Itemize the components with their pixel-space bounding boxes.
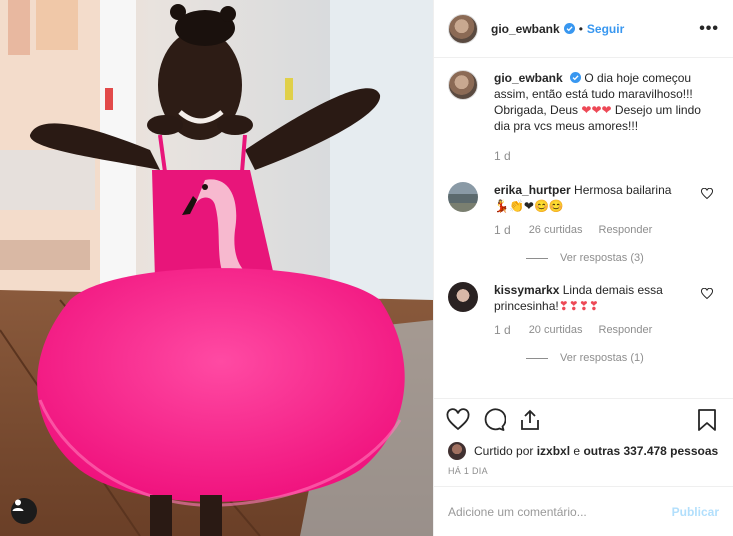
share-button[interactable] bbox=[518, 408, 542, 432]
follow-button[interactable]: Seguir bbox=[587, 22, 624, 36]
verified-badge-icon bbox=[563, 23, 575, 34]
reply-button[interactable]: Responder bbox=[599, 322, 653, 338]
post-header: gio_ewbank • Seguir ••• bbox=[434, 0, 733, 58]
comment-meta: 1 d 20 curtidas Responder bbox=[494, 322, 704, 338]
separator-dot: • bbox=[578, 21, 583, 36]
caption-hearts: ❤❤❤ bbox=[581, 103, 612, 117]
post-photo[interactable] bbox=[0, 0, 433, 536]
others-likes-link[interactable]: outras 337.478 pessoas bbox=[583, 444, 718, 458]
comment-time[interactable]: 1 d bbox=[494, 322, 511, 338]
posted-time[interactable]: HÁ 1 DIA bbox=[434, 462, 733, 486]
comment-username[interactable]: kissymarkx bbox=[494, 283, 559, 297]
comment-button[interactable] bbox=[482, 407, 506, 432]
share-upload-icon bbox=[521, 409, 539, 430]
comment-body: kissymarkx Linda demais essa princesinha… bbox=[494, 282, 704, 338]
publish-button[interactable]: Publicar bbox=[672, 505, 719, 519]
comment-input[interactable] bbox=[448, 504, 672, 519]
liker-avatar[interactable] bbox=[448, 442, 466, 460]
comment-likes[interactable]: 26 curtidas bbox=[529, 222, 583, 238]
caption-body: gio_ewbank O dia hoje começou assim, ent… bbox=[494, 70, 704, 164]
comment-likes[interactable]: 20 curtidas bbox=[529, 322, 583, 338]
like-comment-heart-icon[interactable] bbox=[701, 188, 713, 200]
comment-text: Hermosa bailarina bbox=[574, 183, 672, 197]
comment-bubble-icon bbox=[484, 407, 506, 431]
verified-badge-icon bbox=[570, 72, 582, 83]
post-side-panel: gio_ewbank • Seguir ••• gio_ewbank O dia… bbox=[433, 0, 733, 536]
user-tag-button[interactable] bbox=[11, 498, 37, 524]
comment-item: kissymarkx Linda demais essa princesinha… bbox=[448, 282, 719, 338]
comments-list: gio_ewbank O dia hoje começou assim, ent… bbox=[434, 58, 733, 398]
commenter-avatar[interactable] bbox=[448, 182, 478, 212]
caption-avatar[interactable] bbox=[448, 70, 478, 100]
person-icon bbox=[12, 499, 24, 511]
instagram-post-modal: gio_ewbank • Seguir ••• gio_ewbank O dia… bbox=[0, 0, 733, 536]
author-avatar[interactable] bbox=[448, 13, 478, 44]
caption-username[interactable]: gio_ewbank bbox=[494, 71, 563, 85]
likes-prefix: Curtido por bbox=[474, 444, 534, 458]
comment-username[interactable]: erika_hurtper bbox=[494, 183, 571, 197]
like-comment-heart-icon[interactable] bbox=[701, 288, 713, 300]
save-button[interactable] bbox=[697, 408, 717, 432]
caption: gio_ewbank O dia hoje começou assim, ent… bbox=[448, 70, 719, 164]
likes-middle: e bbox=[573, 444, 581, 458]
add-comment-form: Publicar bbox=[434, 486, 733, 536]
comment-emojis: 💃👏❤😊😊 bbox=[494, 199, 564, 213]
comment-meta: 1 d 26 curtidas Responder bbox=[494, 222, 704, 238]
liker-username[interactable]: izxbxl bbox=[537, 444, 570, 458]
bookmark-icon bbox=[698, 408, 716, 431]
comment-body: erika_hurtper Hermosa bailarina 💃👏❤😊😊 1 … bbox=[494, 182, 704, 238]
comment-emojis: ❣❣❣❣ bbox=[558, 299, 599, 313]
post-actions-bar bbox=[434, 398, 733, 440]
like-button[interactable] bbox=[446, 407, 470, 432]
caption-meta: 1 d bbox=[494, 148, 704, 164]
heart-icon bbox=[446, 407, 470, 430]
comment-item: erika_hurtper Hermosa bailarina 💃👏❤😊😊 1 … bbox=[448, 182, 719, 238]
reply-button[interactable]: Responder bbox=[599, 222, 653, 238]
view-replies-button[interactable]: Ver respostas (3) bbox=[526, 252, 719, 264]
view-replies-button[interactable]: Ver respostas (1) bbox=[526, 352, 719, 364]
more-options-button[interactable]: ••• bbox=[699, 20, 719, 38]
likes-summary: Curtido por izxbxl e outras 337.478 pess… bbox=[434, 440, 733, 462]
comment-time[interactable]: 1 d bbox=[494, 222, 511, 238]
author-username[interactable]: gio_ewbank bbox=[491, 22, 560, 36]
commenter-avatar[interactable] bbox=[448, 282, 478, 312]
caption-time[interactable]: 1 d bbox=[494, 148, 511, 164]
photo-illustration bbox=[0, 0, 433, 536]
